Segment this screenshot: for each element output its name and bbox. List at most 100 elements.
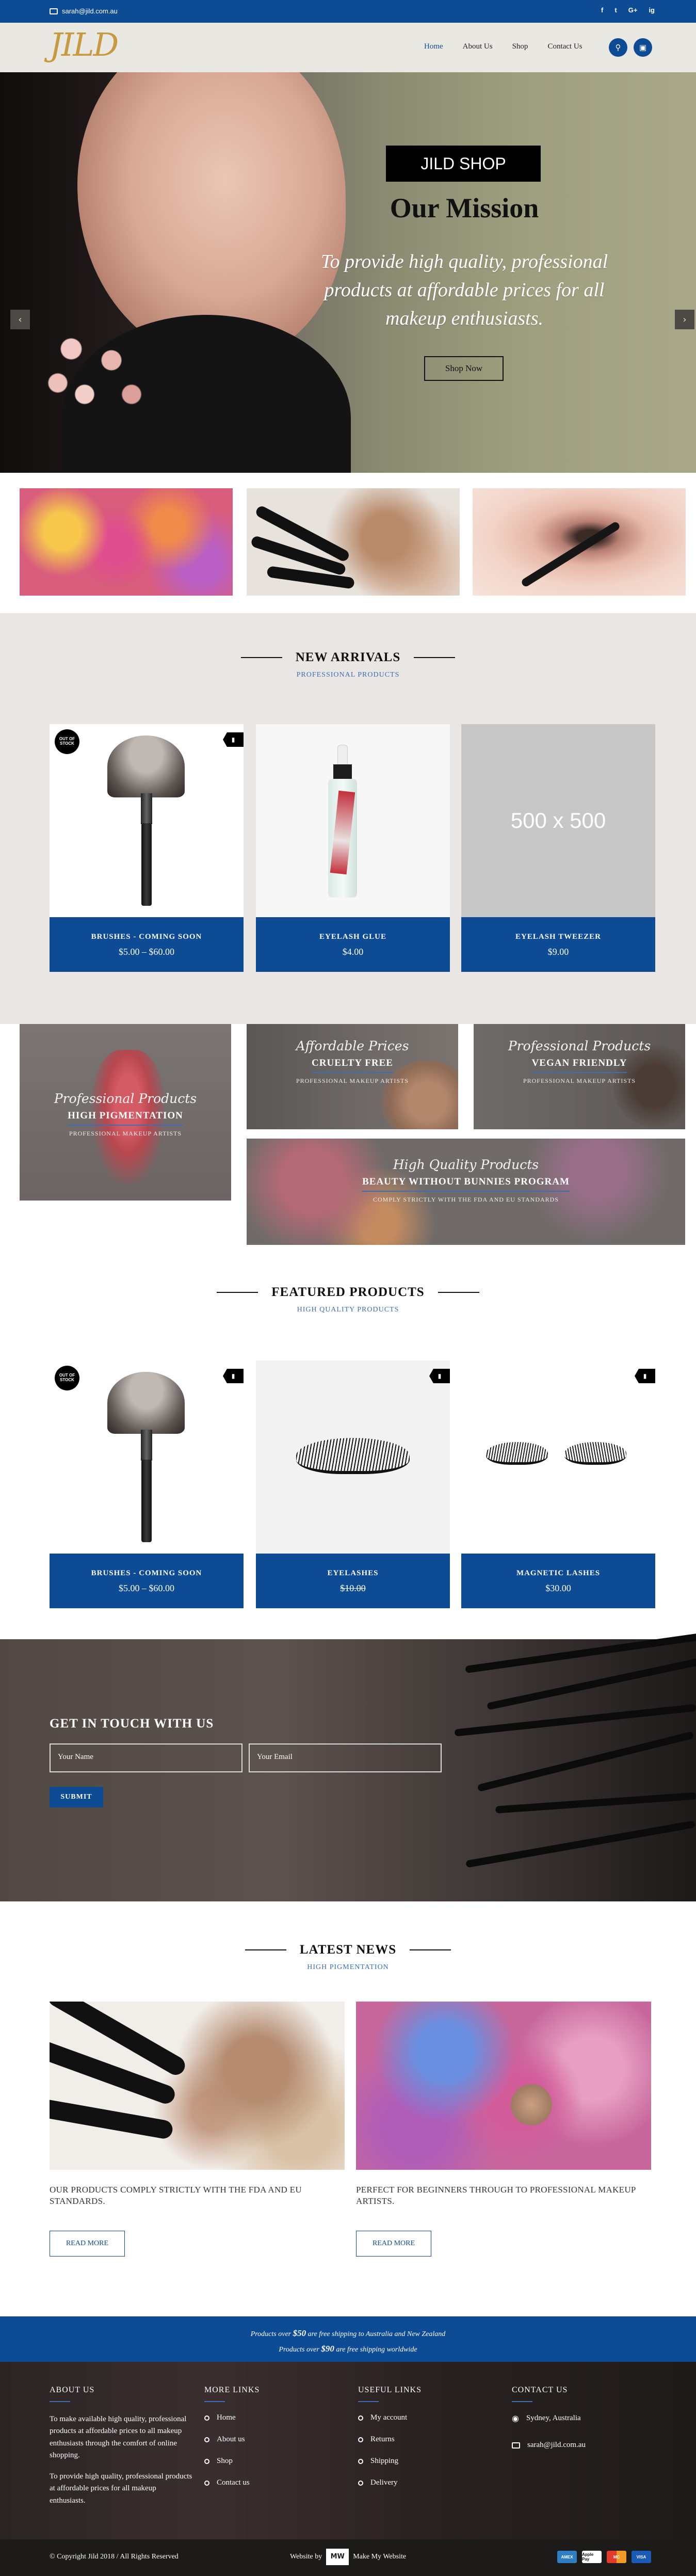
product-image[interactable]: ▮ [461, 1361, 655, 1554]
footer-link[interactable]: My account [358, 2413, 422, 2422]
quick-view-icon[interactable]: ▮ [223, 732, 244, 747]
circle-icon [358, 2415, 363, 2421]
menu-item-home[interactable]: Home [424, 42, 443, 51]
product-image[interactable]: OUT OF STOCK ▮ [50, 1361, 244, 1554]
featured-heading: FEATURED PRODUCTS HIGH QUALITY PRODUCTS [0, 1285, 696, 1314]
facebook-icon[interactable]: f [601, 6, 603, 14]
product-image[interactable]: OUT OF STOCK ▮ [50, 724, 244, 917]
promo-title: HIGH PIGMENTATION [68, 1110, 183, 1126]
promo-title: CRUELTY FREE [312, 1058, 393, 1073]
instagram-icon[interactable]: ig [649, 6, 655, 14]
banner-brushes[interactable] [247, 488, 460, 596]
product-name[interactable]: BRUSHES - COMING SOON [50, 1569, 244, 1578]
footer-link[interactable]: Home [204, 2413, 260, 2422]
slider-prev-button[interactable]: ‹ [10, 310, 30, 329]
footer-email[interactable]: sarah@jild.com.au [512, 2441, 586, 2450]
banner-eyeshadow[interactable] [20, 488, 233, 596]
hero-badge: JILD SHOP [386, 146, 541, 182]
product-price: $5.00 – $60.00 [119, 1583, 174, 1593]
product-info: BRUSHES - COMING SOON $5.00 – $60.00 [50, 1554, 244, 1608]
footer-about-text: To make available high quality, professi… [50, 2415, 187, 2459]
product-price: $5.00 – $60.00 [119, 947, 174, 957]
hero-slider: JILD SHOP Our Mission To provide high qu… [0, 72, 696, 473]
product-info: MAGNETIC LASHES $30.00 [461, 1554, 655, 1608]
product-card[interactable]: 500 x 500 EYELASH TWEEZER $9.00 [461, 724, 655, 972]
apple-pay-icon: Apple Pay [582, 2551, 602, 2563]
promo-subtitle: PROFESSIONAL MAKEUP ARTISTS [523, 1077, 636, 1084]
contact-name-field[interactable]: Your Name [50, 1743, 242, 1772]
product-name[interactable]: BRUSHES - COMING SOON [50, 933, 244, 941]
news-heading: LATEST NEWS HIGH PIGMENTATION [0, 1943, 696, 1972]
contact-email-field[interactable]: Your Email [249, 1743, 442, 1772]
product-image-placeholder[interactable]: 500 x 500 [461, 724, 655, 917]
top-email-text: sarah@jild.com.au [62, 7, 118, 15]
news-image-brushes[interactable] [50, 2002, 345, 2170]
website-credit[interactable]: Website by MW Make My Website [290, 2549, 406, 2565]
menu-item-contact[interactable]: Contact Us [547, 42, 582, 51]
product-name[interactable]: EYELASH GLUE [256, 933, 450, 941]
product-card[interactable]: ▮ EYELASHES $10.00 [256, 1361, 450, 1608]
top-email[interactable]: sarah@jild.com.au [50, 7, 118, 15]
footer-useful-title: USEFUL LINKS [358, 2386, 422, 2394]
product-info: EYELASHES $10.00 [256, 1554, 450, 1608]
footer-useful-links: USEFUL LINKS My account Returns Shipping… [358, 2386, 422, 2500]
circle-icon [358, 2480, 363, 2486]
product-card[interactable]: ▮ MAGNETIC LASHES $30.00 [461, 1361, 655, 1608]
product-price: $30.00 [545, 1583, 571, 1593]
cart-button[interactable]: ▣ [634, 38, 652, 57]
footer-link[interactable]: Shop [204, 2457, 260, 2466]
quick-view-icon[interactable]: ▮ [429, 1369, 450, 1383]
footer-location: ◉ Sydney, Australia [512, 2413, 581, 2423]
footer-link[interactable]: Delivery [358, 2478, 422, 2487]
payment-methods: AMEX Apple Pay MC VISA [557, 2551, 651, 2563]
copyright-text: © Copyright Jild 2018 / All Rights Reser… [50, 2553, 179, 2561]
promo-title: VEGAN FRIENDLY [531, 1058, 627, 1073]
site-logo[interactable]: JILD [50, 26, 119, 63]
new-arrivals-heading: NEW ARRIVALS PROFESSIONAL PRODUCTS [0, 650, 696, 679]
read-more-button[interactable]: READ MORE [50, 2231, 125, 2257]
read-more-button[interactable]: READ MORE [356, 2231, 431, 2257]
search-button[interactable]: ⚲ [609, 38, 627, 57]
news-title: LATEST NEWS [245, 1943, 451, 1957]
promo-beauty-without-bunnies[interactable]: High Quality Products BEAUTY WITHOUT BUN… [247, 1139, 685, 1245]
contact-submit-button[interactable]: SUBMIT [50, 1787, 103, 1807]
product-name[interactable]: EYELASH TWEEZER [461, 933, 655, 941]
promo-high-pigmentation[interactable]: Professional Products HIGH PIGMENTATION … [20, 1024, 231, 1201]
product-card[interactable]: OUT OF STOCK ▮ BRUSHES - COMING SOON $5.… [50, 724, 244, 972]
footer-link[interactable]: Contact us [204, 2478, 260, 2487]
news-excerpt: PERFECT FOR BEGINNERS THROUGH TO PROFESS… [356, 2185, 636, 2206]
product-card[interactable]: EYELASH GLUE $4.00 [256, 724, 450, 972]
footer-link[interactable]: About us [204, 2435, 260, 2444]
search-icon: ⚲ [615, 43, 621, 52]
menu-item-about[interactable]: About Us [463, 42, 493, 51]
promo-script: Professional Products [508, 1038, 651, 1053]
promo-vegan-friendly[interactable]: Professional Products VEGAN FRIENDLY PRO… [474, 1024, 685, 1129]
banner-eyeliner[interactable] [473, 488, 686, 596]
twitter-icon[interactable]: t [614, 6, 617, 14]
promo-cruelty-free[interactable]: Affordable Prices CRUELTY FREE PROFESSIO… [247, 1024, 458, 1129]
shop-now-button[interactable]: Shop Now [424, 356, 504, 381]
news-image-pigments[interactable] [356, 2002, 651, 2170]
menu-item-shop[interactable]: Shop [512, 42, 528, 51]
footer-link[interactable]: Returns [358, 2435, 422, 2444]
make-my-website-logo-icon: MW [326, 2549, 349, 2565]
product-image[interactable]: ▮ [256, 1361, 450, 1554]
circle-icon [204, 2480, 209, 2486]
circle-icon [204, 2458, 209, 2464]
map-pin-icon: ◉ [512, 2413, 519, 2423]
quick-view-icon[interactable]: ▮ [635, 1369, 655, 1383]
product-image[interactable] [256, 724, 450, 917]
social-links: f t G+ ig [601, 6, 655, 14]
main-header: JILD Home About Us Shop Contact Us ⚲ ▣ [0, 23, 696, 72]
footer-link[interactable]: Shipping [358, 2457, 422, 2466]
featured-subtitle: HIGH QUALITY PRODUCTS [297, 1306, 399, 1314]
news-subtitle: HIGH PIGMENTATION [307, 1963, 389, 1971]
product-name[interactable]: EYELASHES [256, 1569, 450, 1578]
footer-bottom-bar: © Copyright Jild 2018 / All Rights Reser… [0, 2539, 696, 2576]
slider-next-button[interactable]: › [675, 310, 694, 329]
quick-view-icon[interactable]: ▮ [223, 1369, 244, 1383]
product-card[interactable]: OUT OF STOCK ▮ BRUSHES - COMING SOON $5.… [50, 1361, 244, 1608]
google-plus-icon[interactable]: G+ [628, 6, 638, 14]
footer-about: ABOUT US To make available high quality,… [50, 2386, 194, 2516]
product-name[interactable]: MAGNETIC LASHES [461, 1569, 655, 1578]
